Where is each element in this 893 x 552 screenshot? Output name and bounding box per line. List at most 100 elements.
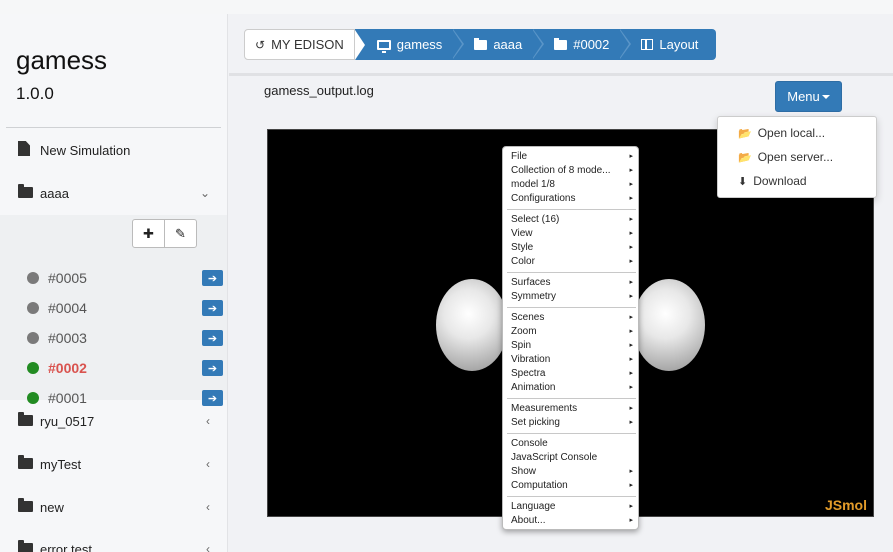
chevron-left-icon: ‹	[206, 500, 210, 514]
atom-left[interactable]	[436, 279, 508, 371]
context-menu-item[interactable]: Surfaces ▸	[511, 276, 633, 290]
context-menu-item[interactable]: Language ▸	[511, 500, 633, 514]
folder-icon	[18, 454, 34, 472]
atom-right[interactable]	[633, 279, 705, 371]
sidebar-folder-ryu-0517[interactable]: ryu_0517 ‹	[0, 405, 227, 437]
submenu-arrow-icon: ▸	[629, 356, 633, 363]
context-menu-item[interactable]: Vibration ▸	[511, 353, 633, 367]
context-menu-item[interactable]: About... ▸	[511, 514, 633, 528]
edit-folder-button[interactable]: ✎	[165, 220, 196, 247]
open-local-item[interactable]: 📂 Open local...	[738, 122, 825, 144]
context-menu-label: Scenes	[511, 312, 545, 323]
breadcrumb-app[interactable]: gamess	[354, 29, 465, 60]
open-job-arrow-icon[interactable]: ➔	[202, 390, 223, 406]
context-menu-item[interactable]: Animation ▸	[511, 381, 633, 395]
submenu-arrow-icon: ▸	[629, 258, 633, 265]
folder-open-icon: 📂	[738, 127, 752, 140]
folder-label: error test	[40, 541, 93, 552]
sidebar-folder-new[interactable]: new ‹	[0, 491, 227, 523]
breadcrumb-job[interactable]: #0002	[532, 29, 632, 60]
new-simulation-label: New Simulation	[40, 142, 131, 158]
job-item[interactable]: #0005 ➔	[0, 263, 227, 293]
folder-label: new	[40, 499, 64, 515]
context-menu-label: Vibration	[511, 354, 551, 365]
context-menu-item[interactable]: Style ▸	[511, 241, 633, 255]
breadcrumb-layout[interactable]: Layout	[619, 29, 717, 60]
context-menu-item[interactable]: JavaScript Console	[511, 451, 633, 465]
folder-open-icon: 📂	[738, 151, 752, 164]
context-menu-item[interactable]: Symmetry ▸	[511, 290, 633, 304]
context-menu-label: Style	[511, 242, 534, 253]
context-menu-label: Zoom	[511, 326, 537, 337]
job-item[interactable]: #0004 ➔	[0, 293, 227, 323]
breadcrumb-home[interactable]: ↺ MY EDISON	[244, 29, 365, 60]
submenu-arrow-icon: ▸	[629, 503, 633, 510]
menu-separator	[507, 398, 636, 399]
job-label: #0005	[48, 270, 87, 286]
submenu-arrow-icon: ▸	[629, 384, 633, 391]
menu-dropdown: 📂 Open local... 📂 Open server... ⬇ Downl…	[717, 116, 877, 198]
download-icon: ⬇	[738, 175, 748, 188]
context-menu-item[interactable]: Configurations ▸	[511, 192, 633, 206]
context-menu-item[interactable]: Show ▸	[511, 465, 633, 479]
job-item[interactable]: #0002 ➔	[0, 353, 227, 383]
context-menu-item[interactable]: Spin ▸	[511, 339, 633, 353]
download-item[interactable]: ⬇ Download	[738, 170, 807, 192]
menu-button[interactable]: Menu	[775, 81, 842, 112]
breadcrumb-home-label: MY EDISON	[271, 37, 344, 52]
sidebar: gamess 1.0.0 New Simulation aaaa ⌄ ✚ ✎ #…	[0, 14, 228, 552]
sidebar-folder-error-test[interactable]: error test ‹	[0, 533, 227, 552]
context-menu-item[interactable]: Color ▸	[511, 255, 633, 269]
submenu-arrow-icon: ▸	[629, 405, 633, 412]
context-menu-item[interactable]: Collection of 8 mode... ▸	[511, 164, 633, 178]
folder-icon	[474, 37, 488, 50]
context-menu-item[interactable]: Zoom ▸	[511, 325, 633, 339]
context-menu-item[interactable]: Console	[511, 437, 633, 451]
folder-icon	[554, 37, 568, 50]
header-divider	[229, 73, 893, 76]
context-menu-item[interactable]: model 1/8 ▸	[511, 178, 633, 192]
open-job-arrow-icon[interactable]: ➔	[202, 360, 223, 376]
folder-icon	[18, 411, 34, 429]
context-menu-label: Select (16)	[511, 214, 560, 225]
open-job-arrow-icon[interactable]: ➔	[202, 330, 223, 346]
context-menu-item[interactable]: Set picking ▸	[511, 416, 633, 430]
sidebar-folder-mytest[interactable]: myTest ‹	[0, 448, 227, 480]
breadcrumb-separator	[532, 29, 543, 59]
job-label: #0003	[48, 330, 87, 346]
breadcrumb-layout-label: Layout	[659, 37, 699, 52]
submenu-arrow-icon: ▸	[629, 328, 633, 335]
folder-icon	[18, 497, 34, 515]
new-simulation-item[interactable]: New Simulation	[0, 134, 227, 166]
submenu-arrow-icon: ▸	[629, 195, 633, 202]
open-job-arrow-icon[interactable]: ➔	[202, 270, 223, 286]
breadcrumb-separator	[619, 29, 630, 59]
submenu-arrow-icon: ▸	[629, 314, 633, 321]
sidebar-folder-aaaa[interactable]: aaaa ⌄	[0, 177, 227, 209]
context-menu-label: Symmetry	[511, 291, 556, 302]
app-title: gamess	[16, 45, 108, 75]
folder-label: aaaa	[40, 185, 69, 201]
context-menu-item[interactable]: Select (16) ▸	[511, 213, 633, 227]
jsmol-context-menu: File ▸ Collection of 8 mode... ▸ model 1/8 ▸ C…	[502, 146, 639, 530]
context-menu-item[interactable]: File ▸	[511, 150, 633, 164]
context-menu-item[interactable]: Computation ▸	[511, 479, 633, 493]
job-item[interactable]: #0003 ➔	[0, 323, 227, 353]
context-menu-label: Configurations	[511, 193, 576, 204]
open-server-item[interactable]: 📂 Open server...	[738, 146, 833, 168]
context-menu-item[interactable]: View ▸	[511, 227, 633, 241]
status-dot-icon	[27, 392, 39, 404]
folder-actions: ✚ ✎	[132, 219, 197, 248]
context-menu-item[interactable]: Spectra ▸	[511, 367, 633, 381]
context-menu-item[interactable]: Scenes ▸	[511, 311, 633, 325]
context-menu-label: About...	[511, 515, 546, 526]
context-menu-label: Console	[511, 438, 548, 449]
submenu-arrow-icon: ▸	[629, 216, 633, 223]
status-dot-icon	[27, 362, 39, 374]
status-dot-icon	[27, 302, 39, 314]
context-menu-item[interactable]: Measurements ▸	[511, 402, 633, 416]
context-menu-label: Spin	[511, 340, 532, 351]
menu-separator	[507, 209, 636, 210]
add-job-button[interactable]: ✚	[133, 220, 165, 247]
open-job-arrow-icon[interactable]: ➔	[202, 300, 223, 316]
